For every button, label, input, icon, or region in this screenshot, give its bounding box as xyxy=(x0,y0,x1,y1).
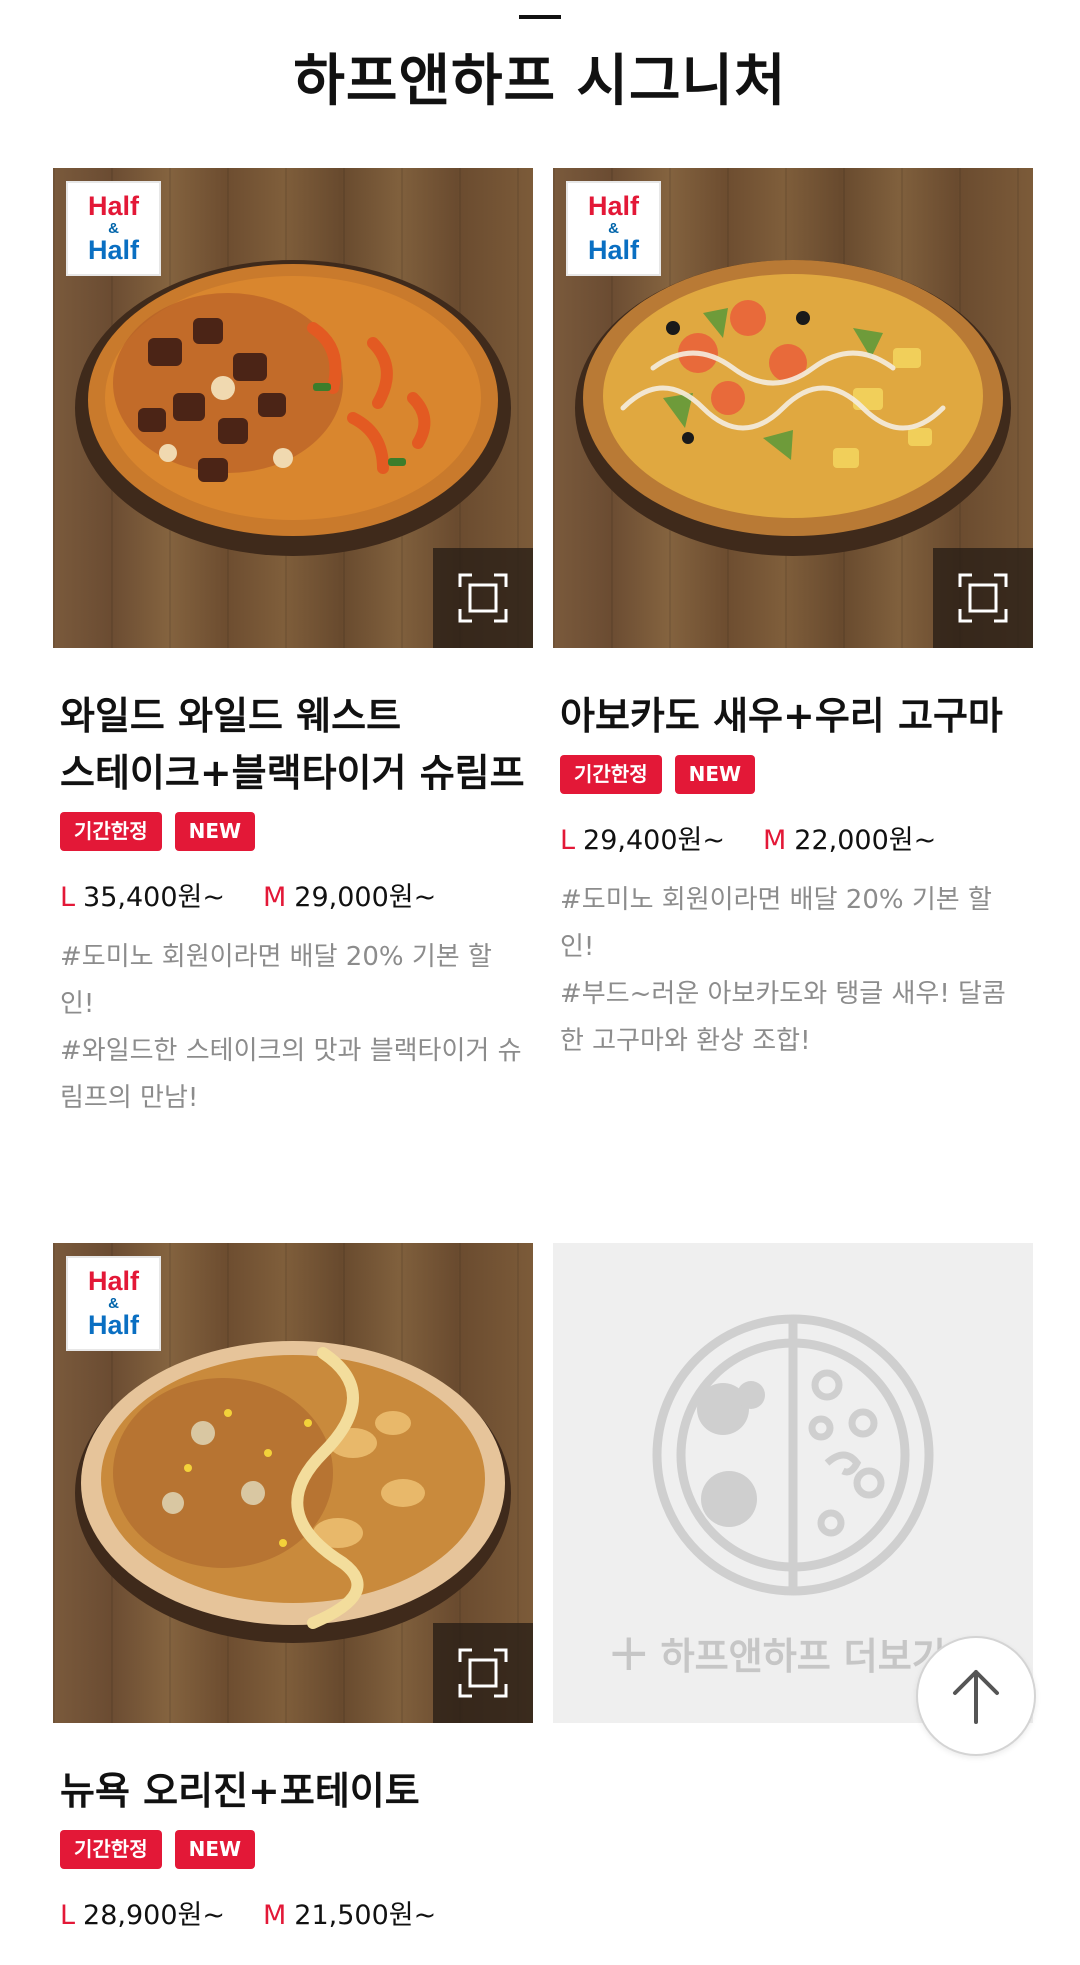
product-name[interactable]: 와일드 와일드 웨스트 스테이크+블랙타이거 슈림프 xyxy=(60,688,526,802)
arrow-up-icon xyxy=(953,1670,999,1724)
product-description: #도미노 회원이라면 배달 20% 기본 할인! #와일드한 스테이크의 맛과 … xyxy=(60,942,522,1113)
product-card[interactable]: Half & Half 와일드 와일드 웨스트 스테이크+블랙타이거 슈림프 기간한… xyxy=(53,168,533,1122)
limited-time-badge: 기간한정 xyxy=(560,755,662,794)
price-medium: M 21,500원~ xyxy=(262,1900,437,1931)
half-half-pizza-icon xyxy=(652,1314,934,1596)
limited-time-badge: 기간한정 xyxy=(60,812,162,851)
product-image[interactable]: Half & Half xyxy=(53,1243,533,1723)
limited-time-badge: 기간한정 xyxy=(60,1830,162,1869)
price-medium: M 22,000원~ xyxy=(762,825,937,856)
section-title: 하프앤하프 시그니처 xyxy=(293,49,787,114)
price-medium: M 29,000원~ xyxy=(262,882,437,913)
product-name[interactable]: 뉴욕 오리진+포테이토 xyxy=(60,1763,526,1820)
plus-icon: + xyxy=(607,1623,651,1683)
product-image[interactable]: Half & Half xyxy=(53,168,533,648)
expand-icon[interactable] xyxy=(433,548,533,648)
expand-icon[interactable] xyxy=(933,548,1033,648)
new-badge: NEW xyxy=(674,755,756,794)
product-description: #도미노 회원이라면 배달 20% 기본 할인! #부드~러운 아보카도와 탱글… xyxy=(560,885,1006,1056)
product-card[interactable]: Half & Half 뉴욕 오리진+포테이토 기간한정 NEW L 28,900원~… xyxy=(53,1243,533,1932)
price-large: L 35,400원~ xyxy=(60,882,225,913)
half-and-half-logo: Half & Half xyxy=(566,181,661,276)
half-and-half-logo: Half & Half xyxy=(66,181,161,276)
product-image[interactable]: Half & Half xyxy=(553,168,1033,648)
section-divider xyxy=(519,15,561,19)
half-half-more-label: + 하프앤하프 더보기 xyxy=(607,1623,946,1683)
product-name[interactable]: 아보카도 새우+우리 고구마 xyxy=(560,688,1026,745)
new-badge: NEW xyxy=(174,1830,256,1869)
scroll-to-top-button[interactable] xyxy=(916,1636,1036,1756)
expand-icon[interactable] xyxy=(433,1623,533,1723)
half-and-half-logo: Half & Half xyxy=(66,1256,161,1351)
product-card[interactable]: Half & Half 아보카도 새우+우리 고구마 기간한정 NEW L 29,40… xyxy=(553,168,1033,1065)
new-badge: NEW xyxy=(174,812,256,851)
price-large: L 28,900원~ xyxy=(60,1900,225,1931)
price-large: L 29,400원~ xyxy=(560,825,725,856)
